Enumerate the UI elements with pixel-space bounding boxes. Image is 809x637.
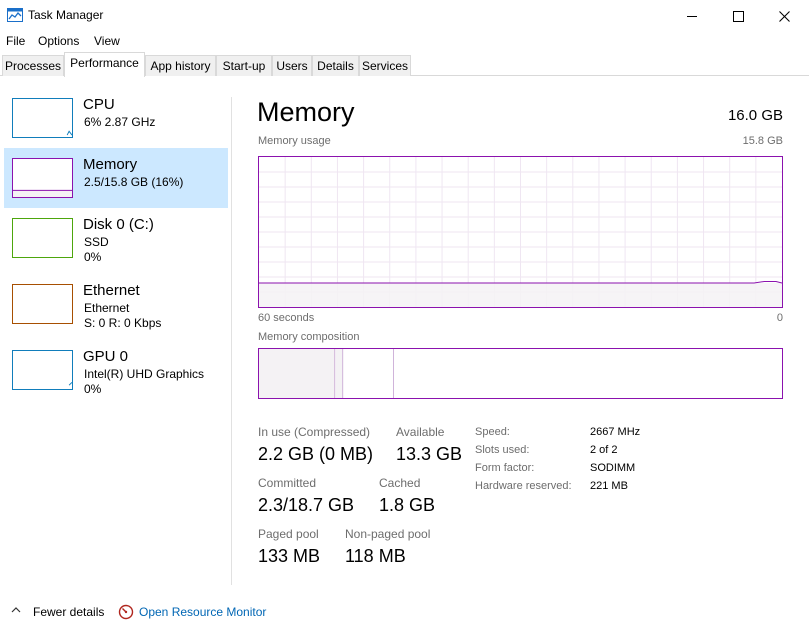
close-button[interactable]: [761, 0, 807, 32]
minimize-icon: [686, 15, 697, 17]
resource-monitor-icon: [118, 604, 134, 620]
cpu-title: CPU: [83, 96, 115, 113]
tab-processes[interactable]: Processes: [2, 55, 64, 76]
disk-title: Disk 0 (C:): [83, 216, 154, 233]
available-label: Available: [396, 425, 445, 439]
form-factor-value: SODIMM: [590, 462, 636, 474]
resource-disk[interactable]: Disk 0 (C:) SSD 0%: [4, 208, 228, 268]
tab-app-history[interactable]: App history: [145, 55, 216, 76]
chevron-up-icon: [11, 607, 21, 613]
window-title: Task Manager: [28, 8, 104, 22]
memory-detail: 2.5/15.8 GB (16%): [84, 175, 184, 189]
non-paged-pool-value: 118 MB: [345, 546, 406, 566]
time-axis-left: 60 seconds: [258, 312, 315, 324]
time-axis-right: 0: [776, 312, 783, 324]
tab-services[interactable]: Services: [359, 55, 411, 76]
slots-used-label: Slots used:: [475, 444, 530, 456]
gpu-thumbnail: [12, 350, 73, 390]
footer: Fewer details Open Resource Monitor: [0, 597, 809, 629]
resource-memory[interactable]: Memory 2.5/15.8 GB (16%): [4, 148, 228, 208]
ethernet-throughput: S: 0 R: 0 Kbps: [84, 316, 162, 330]
gpu-title: GPU 0: [83, 348, 129, 365]
memory-usage-area: [259, 283, 782, 307]
tab-details[interactable]: Details: [312, 55, 359, 76]
menu-options[interactable]: Options: [38, 34, 79, 48]
cpu-detail: 6% 2.87 GHz: [84, 115, 156, 129]
memory-usage-label: Memory usage: [258, 135, 331, 147]
fewer-details-button[interactable]: Fewer details: [8, 601, 108, 623]
paged-pool-value: 133 MB: [258, 546, 321, 566]
committed-label: Committed: [258, 476, 317, 490]
non-paged-pool-label: Non-paged pool: [345, 527, 431, 541]
resource-cpu[interactable]: CPU 6% 2.87 GHz: [4, 88, 228, 148]
memory-composition-bar: [258, 348, 783, 399]
disk-usage: 0%: [84, 250, 102, 264]
task-manager-icon: [7, 8, 23, 22]
speed-label: Speed:: [475, 426, 510, 438]
disk-type: SSD: [84, 235, 109, 249]
speed-value: 2667 MHz: [590, 426, 641, 438]
resource-ethernet[interactable]: Ethernet Ethernet S: 0 R: 0 Kbps: [4, 274, 228, 334]
close-icon: [778, 10, 790, 22]
fewer-details-label: Fewer details: [33, 605, 105, 619]
tab-performance[interactable]: Performance: [64, 52, 145, 77]
resource-list: CPU 6% 2.87 GHz Memory 2.5/15.8 GB (16%)…: [0, 77, 232, 585]
memory-thumbnail: [12, 158, 73, 198]
memory-composition-label: Memory composition: [258, 331, 360, 343]
in-use-value: 2.2 GB (0 MB): [258, 444, 374, 464]
memory-usage-max: 15.8 GB: [742, 135, 783, 147]
slots-used-value: 2 of 2: [590, 444, 618, 456]
disk-thumbnail: [12, 218, 73, 258]
tab-strip: Processes Performance App history Start-…: [0, 52, 809, 77]
memory-usage-graph: [258, 156, 783, 308]
paged-pool-label: Paged pool: [258, 527, 319, 541]
resource-gpu[interactable]: GPU 0 Intel(R) UHD Graphics 0%: [4, 340, 228, 400]
maximize-icon: [732, 10, 744, 22]
page-title: Memory: [257, 97, 355, 127]
minimize-button[interactable]: [669, 0, 715, 32]
menu-view[interactable]: View: [94, 34, 120, 48]
ethernet-title: Ethernet: [83, 282, 140, 299]
open-resource-monitor-link[interactable]: Open Resource Monitor: [116, 601, 276, 623]
hardware-reserved-value: 221 MB: [590, 480, 628, 492]
menu-bar: File Options View: [0, 32, 809, 52]
committed-value: 2.3/18.7 GB: [258, 495, 355, 515]
hardware-reserved-label: Hardware reserved:: [475, 480, 572, 492]
cached-value: 1.8 GB: [379, 495, 436, 515]
memory-total: 16.0 GB: [727, 107, 783, 124]
composition-modified: [335, 349, 343, 398]
open-resource-monitor-label: Open Resource Monitor: [139, 605, 267, 619]
gpu-usage: 0%: [84, 382, 102, 396]
tab-users[interactable]: Users: [272, 55, 312, 76]
form-factor-label: Form factor:: [475, 462, 535, 474]
memory-title: Memory: [83, 156, 138, 173]
ethernet-adapter: Ethernet: [84, 301, 130, 315]
composition-in-use: [259, 349, 335, 398]
menu-file[interactable]: File: [6, 34, 25, 48]
gpu-model: Intel(R) UHD Graphics: [84, 367, 205, 381]
tab-startup[interactable]: Start-up: [216, 55, 272, 76]
in-use-label: In use (Compressed): [258, 425, 371, 439]
cpu-thumbnail: [12, 98, 73, 138]
available-value: 13.3 GB: [396, 444, 463, 464]
cached-label: Cached: [379, 476, 421, 490]
memory-panel: Memory 16.0 GB Memory usage 15.8 GB 60 s…: [232, 77, 809, 585]
maximize-button[interactable]: [715, 0, 761, 32]
title-bar: Task Manager: [0, 0, 809, 32]
ethernet-thumbnail: [12, 284, 73, 324]
